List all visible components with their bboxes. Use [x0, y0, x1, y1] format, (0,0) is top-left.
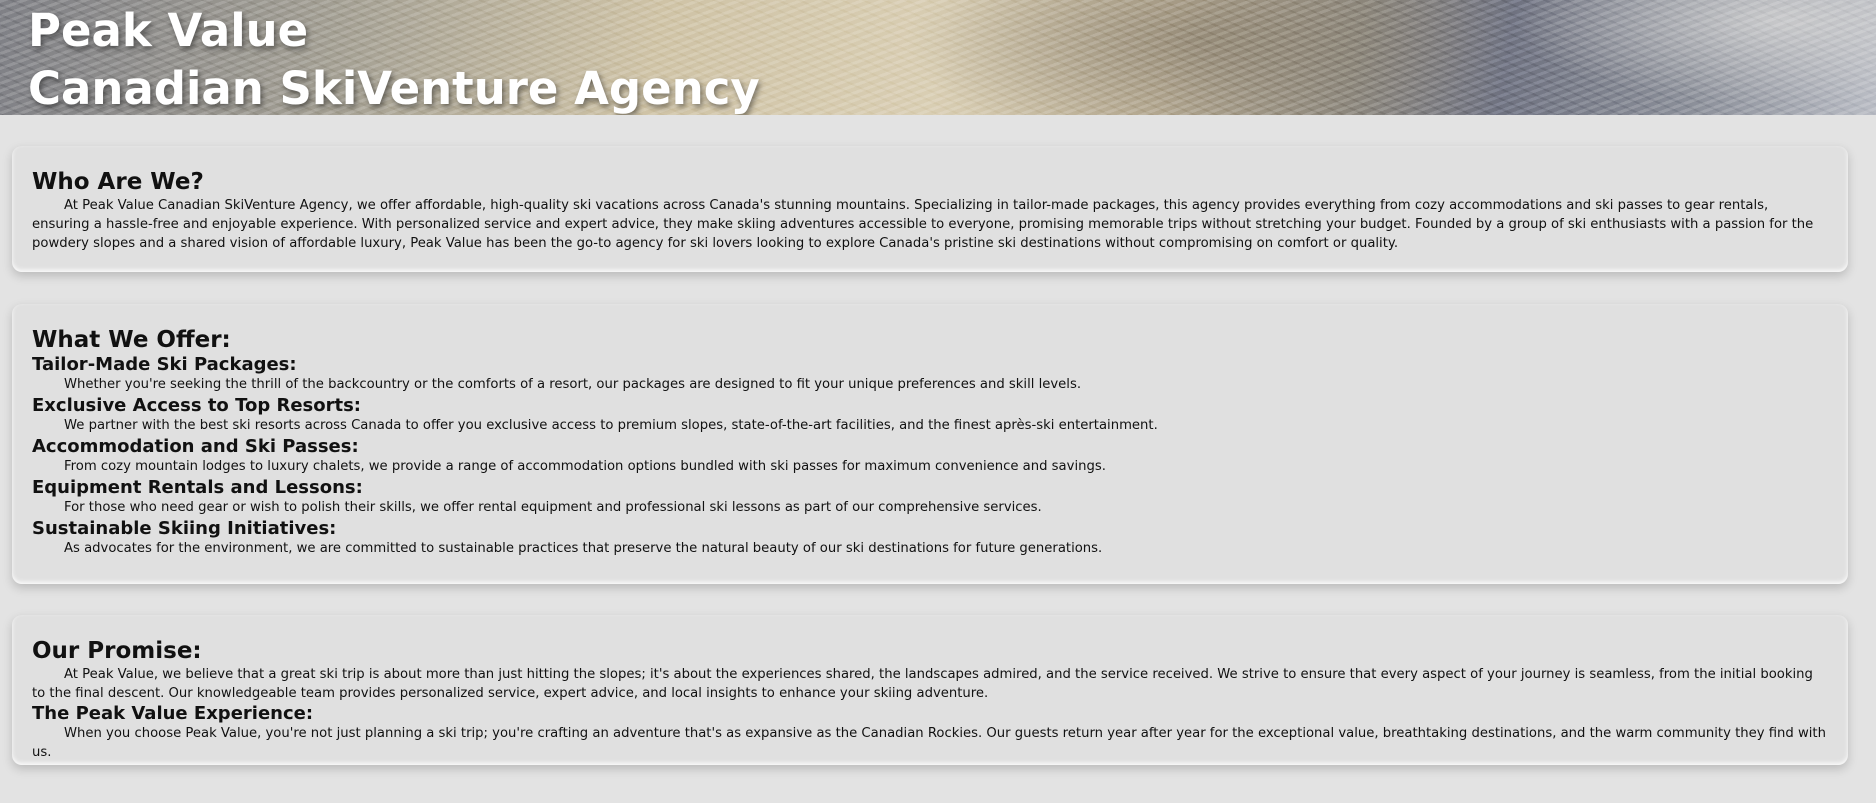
experience-text: When you choose Peak Value, you're not j… [32, 726, 1826, 760]
offer-item-text: For those who need gear or wish to polis… [64, 500, 1042, 515]
offer-item-title: Sustainable Skiing Initiatives: [32, 518, 337, 539]
offer-item-text: As advocates for the environment, we are… [64, 541, 1103, 556]
offer-item-text: From cozy mountain lodges to luxury chal… [64, 459, 1106, 474]
offer-item-title: Tailor-Made Ski Packages: [32, 354, 297, 375]
site-title-line-1: Peak Value [28, 4, 309, 57]
our-promise-heading: Our Promise: [32, 638, 202, 664]
who-are-we-section: Who Are We? At Peak Value Canadian SkiVe… [12, 146, 1848, 272]
who-are-we-text: At Peak Value Canadian SkiVenture Agency… [32, 198, 1814, 251]
what-we-offer-section: What We Offer: Tailor-Made Ski Packages:… [12, 304, 1848, 584]
our-promise-text: At Peak Value, we believe that a great s… [32, 667, 1813, 701]
offer-item-text: Whether you're seeking the thrill of the… [64, 377, 1082, 392]
our-promise-section: Our Promise: At Peak Value, we believe t… [12, 615, 1848, 765]
offer-item-text: We partner with the best ski resorts acr… [64, 418, 1158, 433]
site-title: Peak Value Canadian SkiVenture Agency [28, 2, 760, 115]
what-we-offer-heading: What We Offer: [32, 327, 231, 353]
offer-item-title: Equipment Rentals and Lessons: [32, 477, 363, 498]
experience-title: The Peak Value Experience: [32, 703, 314, 724]
site-title-line-2: Canadian SkiVenture Agency [28, 62, 760, 115]
offer-item-title: Accommodation and Ski Passes: [32, 436, 359, 457]
offer-item-title: Exclusive Access to Top Resorts: [32, 395, 362, 416]
who-are-we-heading: Who Are We? [32, 169, 204, 195]
hero-banner: Peak Value Canadian SkiVenture Agency [0, 0, 1876, 115]
